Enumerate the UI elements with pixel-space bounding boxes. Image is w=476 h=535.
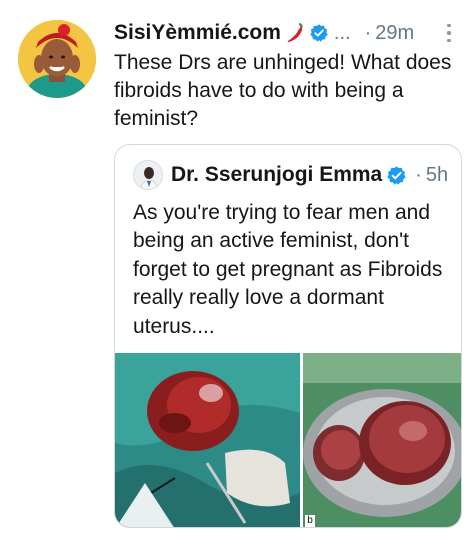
separator-dot: · [364, 21, 372, 44]
quoted-avatar-image [134, 161, 162, 189]
quoted-author-name[interactable]: Dr. Sserunjogi Emma [171, 163, 382, 187]
quoted-tweet-header: Dr. Sserunjogi Emma · 5h [133, 159, 453, 191]
author-avatar[interactable] [18, 20, 96, 98]
verified-badge-icon [309, 23, 329, 43]
media-label: b [305, 515, 315, 527]
timestamp[interactable]: 29m [375, 22, 414, 45]
tweet[interactable]: SisiYèmmié.com ... · 29m These Drs are u… [0, 0, 476, 535]
quoted-timestamp[interactable]: 5h [426, 164, 448, 187]
tweet-text: These Drs are unhinged! What does fibroi… [114, 51, 452, 130]
chili-pepper-icon [284, 22, 306, 44]
quoted-tweet-text: As you're trying to fear men and being a… [133, 201, 443, 338]
fibroids-tray-image [303, 353, 461, 527]
more-options-icon[interactable] [440, 20, 458, 46]
author-handle[interactable]: ... [334, 22, 351, 45]
fibroids-tray-photo[interactable]: b [303, 353, 461, 527]
avatar-image [18, 20, 96, 98]
tweet-header: SisiYèmmié.com ... · 29m [114, 18, 464, 48]
verified-badge-icon [386, 165, 407, 186]
quoted-tweet[interactable]: Dr. Sserunjogi Emma · 5h As you're tryin… [114, 144, 462, 528]
surgery-photo-image [115, 353, 300, 527]
separator-dot: · [415, 163, 422, 186]
quoted-author-avatar[interactable] [133, 160, 163, 190]
surgery-photo[interactable] [115, 353, 300, 527]
quoted-tweet-media[interactable]: b [115, 353, 461, 527]
author-name[interactable]: SisiYèmmié.com [114, 21, 281, 45]
